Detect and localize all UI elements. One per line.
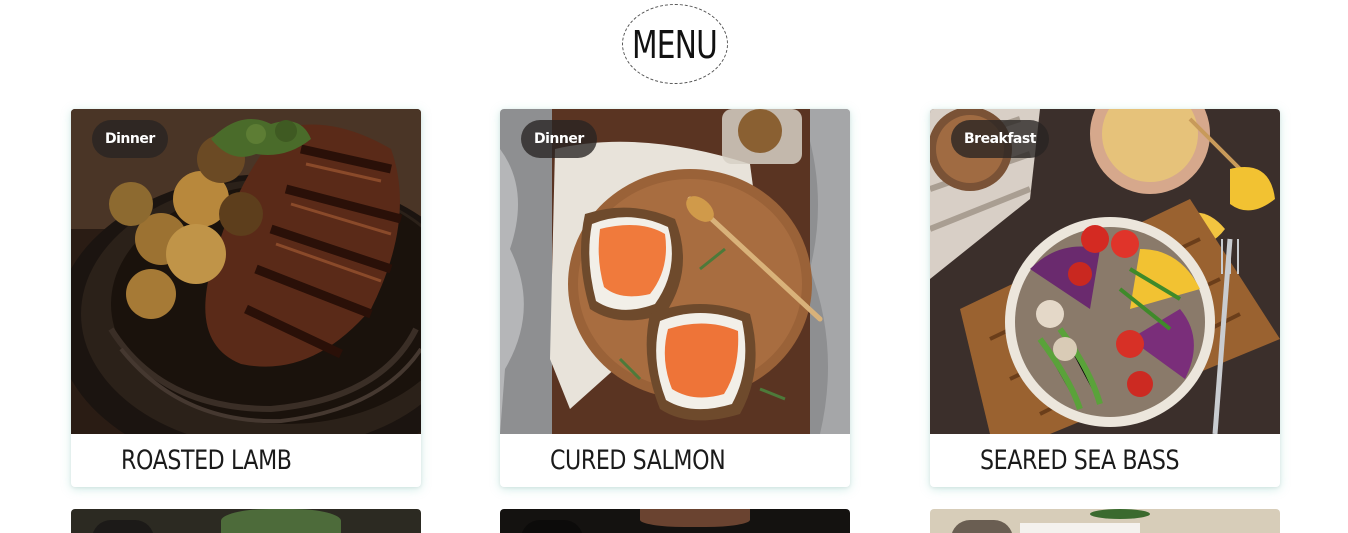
card-caption: CURED SALMON: [500, 434, 850, 487]
category-badge: [951, 520, 1013, 533]
category-badge: Dinner: [92, 120, 168, 158]
page-title: MENU: [632, 23, 718, 67]
cured-salmon-photo: Dinner: [500, 109, 850, 434]
menu-card-peek[interactable]: [930, 509, 1280, 533]
seared-sea-bass-photo: Breakfast: [930, 109, 1280, 434]
menu-card-peek[interactable]: [71, 509, 421, 533]
peek-photo-detail: [640, 509, 750, 527]
menu-card-seared-sea-bass[interactable]: Breakfast SEARED SEA BASS: [930, 109, 1280, 487]
card-caption: ROASTED LAMB: [71, 434, 421, 487]
menu-title-badge: MENU: [622, 4, 728, 84]
card-caption: SEARED SEA BASS: [930, 434, 1280, 487]
peek-photo-detail: [1090, 509, 1150, 519]
category-badge: [92, 520, 154, 533]
menu-card-peek[interactable]: [500, 509, 850, 533]
category-badge: Breakfast: [951, 120, 1049, 158]
menu-card-roasted-lamb[interactable]: Dinner ROASTED LAMB: [71, 109, 421, 487]
roasted-lamb-photo: Dinner: [71, 109, 421, 434]
menu-page: MENU Dinner ROASTED LAMB Dinner CURED SA…: [0, 0, 1348, 533]
peek-photo-detail: [221, 509, 341, 533]
menu-card-cured-salmon[interactable]: Dinner CURED SALMON: [500, 109, 850, 487]
dish-name: SEARED SEA BASS: [980, 445, 1180, 476]
dish-name: CURED SALMON: [550, 445, 726, 476]
dish-name: ROASTED LAMB: [121, 445, 292, 476]
category-badge: [521, 520, 583, 533]
category-badge: Dinner: [521, 120, 597, 158]
peek-photo-detail: [1020, 523, 1140, 533]
